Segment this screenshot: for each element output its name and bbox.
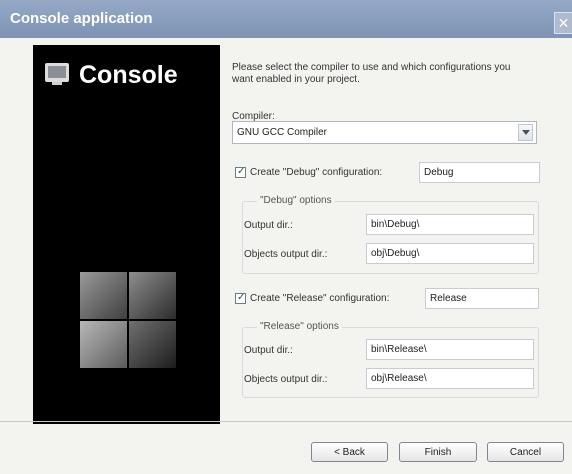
- wizard-content: Please select the compiler to use and wh…: [232, 0, 572, 474]
- console-logo-icon: [45, 63, 69, 85]
- release-checkbox[interactable]: ✓: [235, 292, 246, 304]
- compiler-dropdown-button[interactable]: [518, 124, 533, 141]
- release-objects-input[interactable]: obj\Release\: [366, 368, 534, 389]
- checkmark-icon: ✓: [237, 166, 246, 177]
- finish-button[interactable]: Finish: [399, 442, 477, 462]
- release-output-label: Output dir.:: [244, 345, 293, 356]
- debug-objects-value: obj\Debug\: [371, 248, 420, 259]
- back-button[interactable]: < Back: [311, 442, 388, 462]
- release-output-input[interactable]: bin\Release\: [366, 339, 534, 360]
- release-objects-value: obj\Release\: [371, 373, 427, 384]
- release-options-title: "Release" options: [257, 321, 342, 332]
- compiler-selected-value: GNU GCC Compiler: [237, 127, 328, 138]
- release-config-name-input[interactable]: Release: [425, 288, 539, 309]
- debug-objects-label: Objects output dir.:: [244, 249, 328, 260]
- debug-checkbox-label: Create "Debug" configuration:: [250, 167, 383, 178]
- cube-bottom-left: [80, 321, 127, 368]
- cube-top-right: [129, 272, 176, 319]
- release-config-name-value: Release: [430, 293, 467, 304]
- cubes-graphic: [80, 272, 200, 392]
- release-objects-label: Objects output dir.:: [244, 374, 328, 385]
- release-output-value: bin\Release\: [371, 344, 427, 355]
- compiler-select[interactable]: GNU GCC Compiler: [232, 121, 537, 144]
- debug-objects-input[interactable]: obj\Debug\: [366, 243, 534, 264]
- release-checkbox-label: Create "Release" configuration:: [250, 293, 390, 304]
- cube-top-left: [80, 272, 127, 319]
- debug-output-label: Output dir.:: [244, 220, 293, 231]
- chevron-down-icon: [522, 130, 530, 135]
- debug-options-title: "Debug" options: [257, 195, 335, 206]
- debug-config-name-input[interactable]: Debug: [419, 162, 540, 183]
- debug-config-name-value: Debug: [424, 167, 454, 178]
- panel-title: Console: [79, 61, 178, 89]
- cube-bottom-right: [129, 321, 176, 368]
- instructions-text: Please select the compiler to use and wh…: [232, 62, 511, 85]
- debug-output-input[interactable]: bin\Debug\: [366, 214, 534, 235]
- debug-checkbox[interactable]: ✓: [235, 166, 246, 178]
- debug-output-value: bin\Debug\: [371, 219, 420, 230]
- cancel-button[interactable]: Cancel: [487, 442, 564, 462]
- wizard-side-panel: Console: [33, 45, 220, 424]
- window-title: Console application: [10, 10, 153, 27]
- console-application-dialog: Console application ✕ Console Please sel…: [0, 0, 572, 474]
- checkmark-icon: ✓: [237, 292, 246, 303]
- footer-separator: [0, 421, 572, 422]
